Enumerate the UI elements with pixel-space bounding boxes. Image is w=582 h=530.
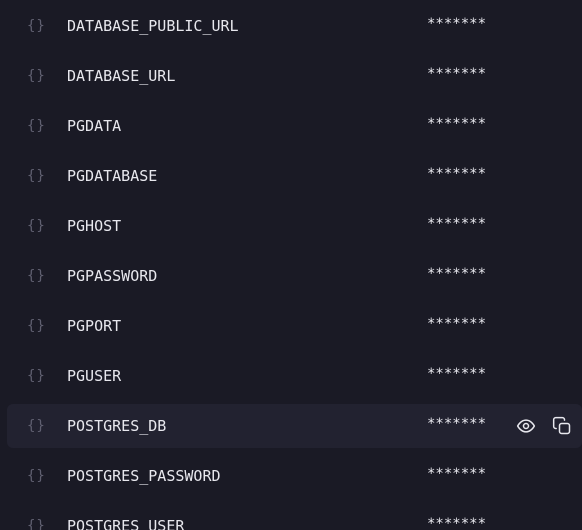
variable-name: POSTGRES_USER xyxy=(67,517,185,530)
copy-icon[interactable] xyxy=(551,415,573,437)
variable-value-masked: ******* xyxy=(427,316,487,332)
braces-icon: {} xyxy=(27,518,46,530)
variable-row[interactable]: {} PGUSER ******* xyxy=(7,354,582,398)
braces-icon: {} xyxy=(27,118,46,134)
variable-value-masked: ******* xyxy=(427,166,487,182)
variable-name: POSTGRES_DB xyxy=(67,417,167,435)
variable-row[interactable]: {} PGHOST ******* xyxy=(7,204,582,248)
variable-row[interactable]: {} DATABASE_PUBLIC_URL ******* xyxy=(7,4,582,48)
variable-row-hovered[interactable]: {} POSTGRES_DB ******* xyxy=(7,404,582,448)
variable-row[interactable]: {} PGDATA ******* xyxy=(7,104,582,148)
braces-icon: {} xyxy=(27,68,46,84)
braces-icon: {} xyxy=(27,318,46,334)
variable-value-masked: ******* xyxy=(427,116,487,132)
variable-row[interactable]: {} DATABASE_URL ******* xyxy=(7,54,582,98)
variable-name: PGHOST xyxy=(67,217,122,235)
variables-list: {} DATABASE_PUBLIC_URL ******* {} DATABA… xyxy=(0,0,582,530)
variable-name: PGPORT xyxy=(67,317,122,335)
variable-row[interactable]: {} PGDATABASE ******* xyxy=(7,154,582,198)
variable-name: DATABASE_PUBLIC_URL xyxy=(67,17,239,35)
variable-name: PGDATA xyxy=(67,117,122,135)
variable-value-masked: ******* xyxy=(427,66,487,82)
variable-value-masked: ******* xyxy=(427,466,487,482)
variable-value-masked: ******* xyxy=(427,216,487,232)
braces-icon: {} xyxy=(27,18,46,34)
variable-value-masked: ******* xyxy=(427,16,487,32)
variable-value-masked: ******* xyxy=(427,266,487,282)
braces-icon: {} xyxy=(27,168,46,184)
variable-value-masked: ******* xyxy=(427,366,487,382)
variable-value-masked: ******* xyxy=(427,516,487,530)
braces-icon: {} xyxy=(27,468,46,484)
eye-icon[interactable] xyxy=(515,415,537,437)
braces-icon: {} xyxy=(27,368,46,384)
braces-icon: {} xyxy=(27,418,46,434)
braces-icon: {} xyxy=(27,218,46,234)
variable-row[interactable]: {} POSTGRES_USER ******* xyxy=(7,504,582,530)
variable-value-masked: ******* xyxy=(427,416,487,432)
variable-name: POSTGRES_PASSWORD xyxy=(67,467,221,485)
variable-name: PGPASSWORD xyxy=(67,267,158,285)
braces-icon: {} xyxy=(27,268,46,284)
variable-row[interactable]: {} POSTGRES_PASSWORD ******* xyxy=(7,454,582,498)
variable-name: PGDATABASE xyxy=(67,167,158,185)
variable-row[interactable]: {} PGPASSWORD ******* xyxy=(7,254,582,298)
variable-row[interactable]: {} PGPORT ******* xyxy=(7,304,582,348)
row-actions xyxy=(515,404,573,448)
variable-name: DATABASE_URL xyxy=(67,67,176,85)
variable-name: PGUSER xyxy=(67,367,122,385)
